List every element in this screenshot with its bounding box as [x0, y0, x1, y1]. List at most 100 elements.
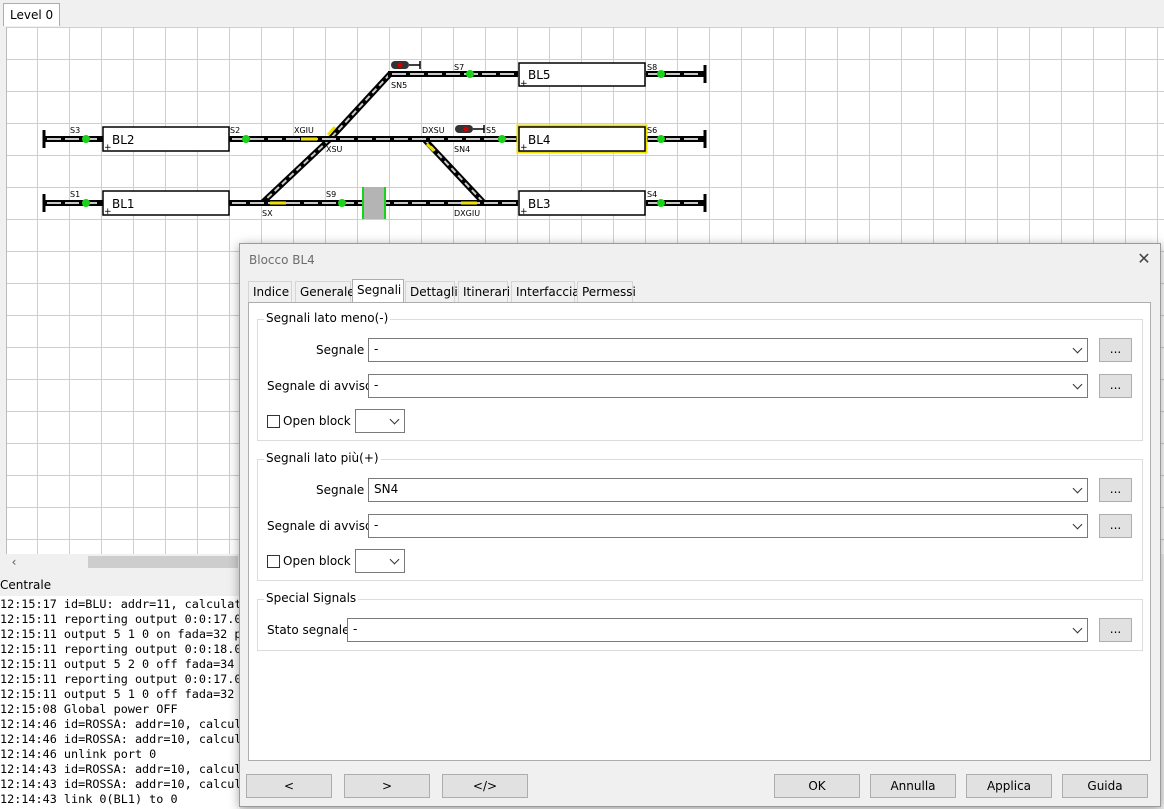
signal-state-label: Stato segnale — [267, 623, 350, 637]
sensor-led-s8[interactable] — [657, 70, 665, 78]
console-log[interactable]: 12:15:17 id=BLU: addr=11, calculate 12:1… — [0, 596, 240, 809]
block-properties-dialog: Blocco BL4 ✕ Indice Generale Segnali Det… — [239, 243, 1161, 807]
signal-label-s9: S9 — [326, 190, 336, 199]
log-line: 12:14:46 id=ROSSA: addr=10, calcula — [0, 732, 240, 746]
browse-distant-minus-button[interactable]: ... — [1099, 374, 1132, 398]
block-label-bl3: BL3 — [528, 197, 551, 211]
scrollbar-thumb[interactable] — [88, 556, 238, 568]
block-plus-marker: + — [104, 207, 112, 217]
signal-select-plus[interactable]: SN4 — [368, 478, 1088, 502]
chevron-down-icon — [1072, 483, 1083, 494]
group-title: Segnali lato meno(-) — [264, 311, 391, 325]
open-block-checkbox-plus[interactable] — [267, 555, 280, 568]
distant-signal-select-minus[interactable]: - — [368, 374, 1088, 398]
signal-label: Segnale — [316, 343, 365, 357]
distant-signal-label: Segnale di avviso — [267, 379, 373, 393]
signal-label-s2: S2 — [230, 126, 240, 135]
scroll-left-arrow-icon[interactable]: ‹ — [6, 554, 22, 570]
signal-label-s1: S1 — [70, 190, 80, 199]
signal-select-minus[interactable]: - — [368, 338, 1088, 362]
group-title: Special Signals — [264, 591, 359, 605]
segnali-panel: Segnali lato meno(-) Segnale - ... Segna… — [248, 302, 1151, 761]
log-line: 12:15:11 reporting output 0:0:17.0 — [0, 612, 240, 626]
log-line: 12:15:11 reporting output 0:0:17.0 — [0, 672, 240, 686]
previous-button[interactable]: < — [246, 774, 332, 798]
distant-signal-label: Segnale di avviso — [267, 519, 373, 533]
tab-interfaccia[interactable]: Interfaccia — [511, 281, 580, 302]
distant-signal-select-plus[interactable]: - — [368, 514, 1088, 538]
next-button[interactable]: > — [344, 774, 430, 798]
signal-label-s6: S6 — [647, 126, 657, 135]
group-signals-plus: Segnali lato più(+) Segnale SN4 ... Segn… — [257, 451, 1143, 581]
select-value: - — [374, 342, 379, 356]
sensor-led-s9[interactable] — [338, 199, 346, 207]
log-line: 12:14:46 unlink port 0 — [0, 747, 157, 761]
signal-sn4[interactable] — [455, 125, 485, 133]
log-line: 12:15:17 id=BLU: addr=11, calculate — [0, 597, 240, 611]
block-plus-marker: + — [520, 207, 528, 217]
chevron-down-icon — [1072, 379, 1083, 390]
sensor-led-s4[interactable] — [657, 199, 665, 207]
sensor-led-s3[interactable] — [82, 135, 90, 143]
tab-segnali[interactable]: Segnali — [352, 279, 404, 303]
log-line: 12:15:08 Global power OFF — [0, 702, 178, 716]
chevron-down-icon — [1072, 623, 1083, 634]
log-line: 12:15:11 reporting output 0:0:18.0 — [0, 642, 240, 656]
block-label-bl4: BL4 — [528, 133, 551, 147]
tab-indice[interactable]: Indice — [248, 281, 292, 302]
ok-button[interactable]: OK — [774, 774, 860, 798]
xml-button[interactable]: </> — [442, 774, 528, 798]
sensor-led-s1[interactable] — [82, 199, 90, 207]
help-button[interactable]: Guida — [1062, 774, 1148, 798]
block-label-bl2: BL2 — [112, 133, 135, 147]
signal-label-s4: S4 — [647, 190, 657, 199]
open-block-select-minus[interactable] — [355, 409, 405, 433]
group-special-signals: Special Signals Stato segnale - ... — [257, 591, 1143, 651]
dialog-title: Blocco BL4 — [249, 253, 315, 267]
sensor-led-s7[interactable] — [466, 70, 474, 78]
chevron-down-icon — [1072, 519, 1083, 530]
open-block-label: Open block — [283, 554, 351, 568]
signal-sn5[interactable] — [391, 61, 421, 69]
sensor-led-s2[interactable] — [242, 135, 250, 143]
tab-dettagli[interactable]: Dettagli — [405, 281, 458, 302]
close-icon[interactable]: ✕ — [1135, 250, 1153, 268]
signal-label-s5: S5 — [486, 126, 496, 135]
log-line: 12:14:43 link 0(BL1) to 0 — [0, 792, 178, 806]
browse-signal-plus-button[interactable]: ... — [1099, 478, 1132, 502]
tab-itinerari[interactable]: Itinerari — [458, 281, 510, 302]
open-block-checkbox-minus[interactable] — [267, 415, 280, 428]
apply-button[interactable]: Applica — [966, 774, 1052, 798]
select-value: SN4 — [374, 482, 399, 496]
block-label-bl5: BL5 — [528, 68, 551, 82]
switch-label-sn5: SN5 — [391, 81, 407, 90]
tab-permessi[interactable]: Permessi — [577, 281, 636, 302]
switch-label-xsu: XSU — [326, 145, 343, 154]
switch-label-dxsu: DXSU — [422, 126, 445, 135]
group-signals-minus: Segnali lato meno(-) Segnale - ... Segna… — [257, 311, 1143, 441]
cancel-button[interactable]: Annulla — [870, 774, 956, 798]
browse-signal-minus-button[interactable]: ... — [1099, 338, 1132, 362]
open-block-select-plus[interactable] — [355, 549, 405, 573]
console-title: Centrale — [0, 578, 52, 592]
chevron-down-icon — [1072, 343, 1083, 354]
block-plus-marker: + — [104, 143, 112, 153]
browse-distant-plus-button[interactable]: ... — [1099, 514, 1132, 538]
log-line: 12:15:11 output 5 1 0 off fada=32 p — [0, 687, 240, 701]
open-block-label: Open block — [283, 414, 351, 428]
signal-label-s7: S7 — [454, 63, 464, 72]
sensor-led-s5[interactable] — [498, 135, 506, 143]
sensor-occupied[interactable] — [364, 187, 384, 219]
log-line: 12:15:11 output 5 2 0 off fada=34 p — [0, 657, 240, 671]
sensor-led-s6[interactable] — [657, 135, 665, 143]
browse-signal-state-button[interactable]: ... — [1099, 618, 1132, 642]
tab-generale[interactable]: Generale — [295, 281, 355, 302]
block-label-bl1: BL1 — [112, 197, 135, 211]
signal-state-select[interactable]: - — [347, 618, 1088, 642]
log-line: 12:15:11 output 5 1 0 on fada=32 pa — [0, 627, 240, 641]
switch-label-xgiu: XGIU — [294, 126, 314, 135]
switch-label-sn4: SN4 — [454, 145, 470, 154]
log-line: 12:14:43 id=ROSSA: addr=10, calcula — [0, 777, 240, 791]
select-value: - — [353, 622, 358, 636]
switch-label-dxgiu: DXGIU — [454, 209, 480, 218]
